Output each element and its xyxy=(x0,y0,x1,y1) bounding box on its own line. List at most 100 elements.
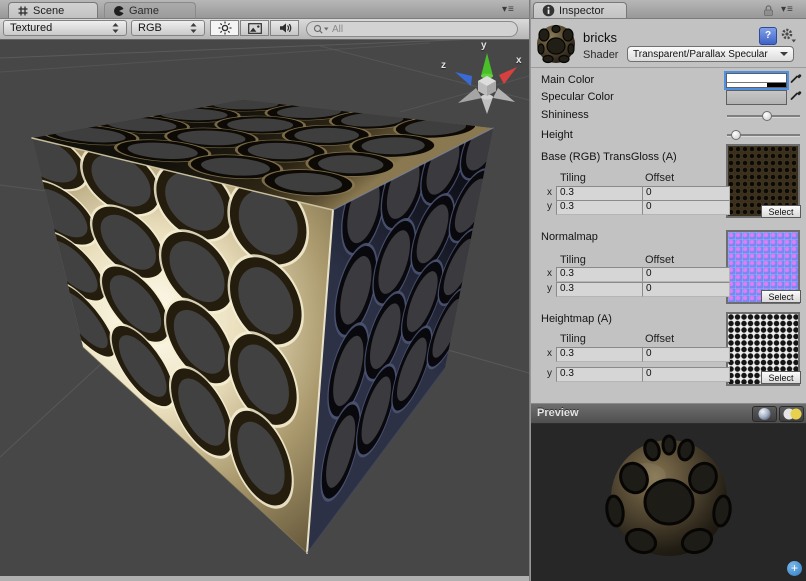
normalmap-select-button[interactable]: Select xyxy=(761,290,801,303)
preview-sphere xyxy=(531,424,806,581)
help-button[interactable]: ? xyxy=(759,27,777,45)
base-tiling-y-field[interactable]: 0.3 xyxy=(556,200,645,215)
base-map-select-button[interactable]: Select xyxy=(761,205,801,218)
height-tiling-x-field[interactable]: 0.3 xyxy=(556,347,645,362)
scene-search-field[interactable]: All xyxy=(306,21,518,37)
preview-title: Preview xyxy=(537,407,579,419)
gizmo-y-label[interactable]: y xyxy=(481,40,487,51)
normal-tiling-x-field[interactable]: 0.3 xyxy=(556,267,645,282)
scene-lighting-toggle[interactable] xyxy=(210,20,239,36)
shininess-label: Shininess xyxy=(541,109,589,121)
eyedropper-icon[interactable] xyxy=(789,71,802,85)
main-color-label: Main Color xyxy=(541,74,594,86)
material-ball-icon xyxy=(534,23,578,67)
unity-editor-window: y x z Scene Game ▾≡ xyxy=(0,0,806,581)
offset-header: Offset xyxy=(645,172,674,184)
y-row-label: y xyxy=(547,283,552,294)
scene-tab-label: Scene xyxy=(33,5,64,17)
tiling-header: Tiling xyxy=(560,333,586,345)
heightmap-label: Heightmap (A) xyxy=(541,313,612,325)
speaker-icon xyxy=(278,22,292,34)
heightmap-select-button[interactable]: Select xyxy=(761,371,801,384)
y-row-label: y xyxy=(547,368,552,379)
scene-skybox-toggle[interactable] xyxy=(240,20,269,36)
color-channels-value: RGB xyxy=(138,22,189,34)
y-row-label: y xyxy=(547,201,552,212)
shader-label: Shader xyxy=(583,49,618,61)
height-tiling-y-field[interactable]: 0.3 xyxy=(556,367,645,382)
material-preview-area[interactable]: + xyxy=(531,424,806,581)
scene-audio-toggle[interactable] xyxy=(270,20,299,36)
scene-panel: y x z Scene Game ▾≡ xyxy=(0,0,529,581)
color-channels-dropdown[interactable]: RGB xyxy=(131,20,205,36)
material-name: bricks xyxy=(583,30,617,45)
scene-grid-icon xyxy=(17,5,29,17)
offset-header: Offset xyxy=(645,254,674,266)
base-offset-y-field[interactable]: 0 xyxy=(642,200,730,215)
shader-value: Transparent/Parallax Specular xyxy=(633,49,780,60)
gizmo-x-label[interactable]: x xyxy=(516,55,522,66)
slider-handle[interactable] xyxy=(731,130,741,140)
preview-header[interactable]: Preview xyxy=(531,403,806,424)
info-icon xyxy=(542,4,555,17)
base-offset-x-field[interactable]: 0 xyxy=(642,186,730,201)
specular-color-swatch[interactable] xyxy=(726,90,787,105)
shader-dropdown[interactable]: Transparent/Parallax Specular xyxy=(627,46,794,62)
scene-tabbar: Scene Game ▾≡ xyxy=(0,0,529,19)
tab-inspector[interactable]: Inspector xyxy=(533,2,627,18)
height-offset-y-field[interactable]: 0 xyxy=(642,367,730,382)
draw-mode-value: Textured xyxy=(10,22,111,34)
lock-icon[interactable] xyxy=(763,4,774,17)
slider-handle[interactable] xyxy=(762,111,772,121)
updown-arrows-icon xyxy=(189,22,198,34)
plus-glyph: + xyxy=(791,561,798,575)
header-separator xyxy=(531,67,806,68)
tiling-header: Tiling xyxy=(560,254,586,266)
alpha-bar xyxy=(727,82,786,87)
normal-tiling-y-field[interactable]: 0.3 xyxy=(556,282,645,297)
height-label: Height xyxy=(541,129,573,141)
preview-sphere-button[interactable] xyxy=(752,406,777,422)
game-tab-label: Game xyxy=(129,5,159,17)
sphere-icon xyxy=(756,407,773,421)
normal-offset-x-field[interactable]: 0 xyxy=(642,267,730,282)
inspector-panel-menu-icon[interactable]: ▾≡ xyxy=(781,4,794,15)
two-lights-icon xyxy=(781,407,803,421)
updown-arrows-icon xyxy=(111,22,120,34)
tab-game[interactable]: Game xyxy=(104,2,196,18)
scene-viewport[interactable] xyxy=(0,0,529,581)
eyedropper-icon[interactable] xyxy=(789,88,802,102)
chevron-down-icon xyxy=(780,52,788,60)
add-icon[interactable]: + xyxy=(787,561,802,576)
base-map-label: Base (RGB) TransGloss (A) xyxy=(541,151,677,163)
offset-header: Offset xyxy=(645,333,674,345)
gear-icon[interactable] xyxy=(780,27,797,44)
help-glyph: ? xyxy=(765,30,771,41)
search-filter-text: All xyxy=(332,24,343,35)
height-slider[interactable] xyxy=(727,129,800,141)
sun-icon xyxy=(218,21,232,35)
tiling-header: Tiling xyxy=(560,172,586,184)
game-icon xyxy=(113,5,125,17)
search-icon xyxy=(313,24,329,34)
specular-color-label: Specular Color xyxy=(541,91,614,103)
normal-offset-y-field[interactable]: 0 xyxy=(642,282,730,297)
normalmap-label: Normalmap xyxy=(541,231,598,243)
inspector-panel: Inspector ▾≡ xyxy=(531,0,806,581)
inspector-tabbar: Inspector ▾≡ xyxy=(531,0,806,19)
shininess-slider[interactable] xyxy=(727,110,800,122)
inspector-tab-label: Inspector xyxy=(559,5,604,17)
image-icon xyxy=(248,23,262,34)
window-bottom-strip xyxy=(0,576,529,581)
gizmo-z-label[interactable]: z xyxy=(441,60,446,71)
scene-toolbar: Textured RGB xyxy=(0,18,529,40)
scene-panel-menu-icon[interactable]: ▾≡ xyxy=(502,4,515,15)
draw-mode-dropdown[interactable]: Textured xyxy=(3,20,127,36)
x-row-label: x xyxy=(547,187,552,198)
preview-lighting-button[interactable] xyxy=(779,406,804,422)
tab-scene[interactable]: Scene xyxy=(8,2,98,18)
height-offset-x-field[interactable]: 0 xyxy=(642,347,730,362)
main-color-swatch[interactable] xyxy=(726,73,787,88)
base-tiling-x-field[interactable]: 0.3 xyxy=(556,186,645,201)
x-row-label: x xyxy=(547,348,552,359)
